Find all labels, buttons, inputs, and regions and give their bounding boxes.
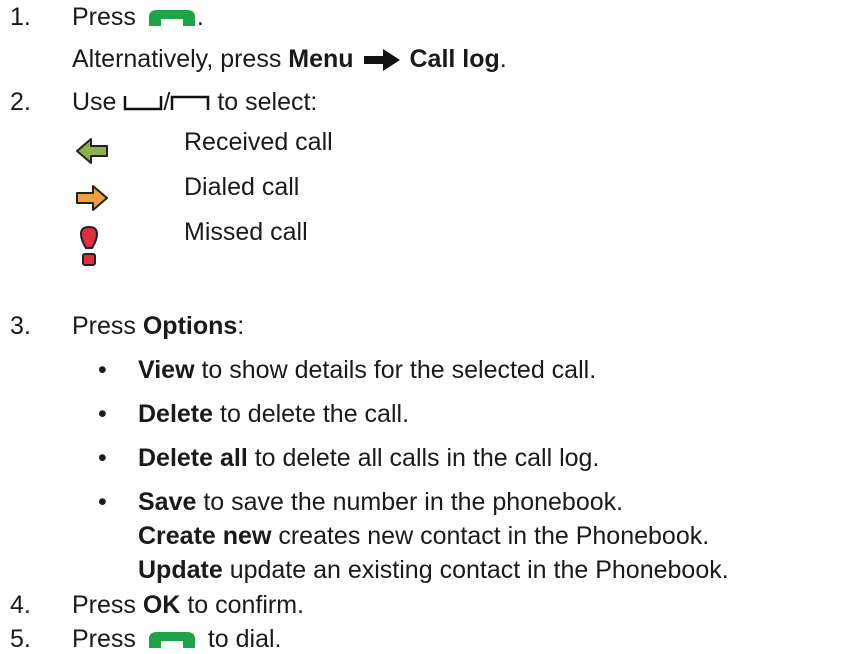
bullet: • <box>98 400 107 428</box>
step-3-text: Press Options: <box>72 311 244 341</box>
step-1-period: . <box>196 3 204 31</box>
option-save: Save to save the number in the phonebook… <box>138 487 623 517</box>
scroll-down-key-icon <box>124 96 163 111</box>
save-update: Update update an existing contact in the… <box>138 555 729 585</box>
call-key-icon <box>148 632 195 649</box>
option-term: Delete <box>138 400 214 428</box>
option-desc: to show details for the selected call. <box>201 356 597 384</box>
option-delete: Delete to delete the call. <box>138 399 409 429</box>
step-2-text: Use / to select: <box>72 87 317 117</box>
alt-prefix: Alternatively, press <box>72 45 282 73</box>
step-5-number: 5. <box>10 625 31 653</box>
alt-period: . <box>499 45 507 73</box>
step-3-number: 3. <box>10 312 31 340</box>
option-desc: to save the number in the phonebook. <box>203 488 624 516</box>
step-4-confirm: to confirm. <box>187 591 305 619</box>
step-5-dial: to dial. <box>207 625 282 653</box>
subitem-term: Update <box>138 556 223 584</box>
option-desc: to delete all calls in the call log. <box>254 444 600 472</box>
missed-call-icon <box>79 226 99 266</box>
options-label: Options <box>142 312 238 340</box>
arrow-right-icon <box>363 49 400 72</box>
ok-label: OK <box>142 591 181 619</box>
step-2-sep: / <box>163 88 171 116</box>
step-2-select: to select: <box>217 88 318 116</box>
step-1-text: Press . <box>72 2 204 32</box>
step-3-press: Press <box>72 312 136 340</box>
step-2-number: 2. <box>10 88 31 116</box>
dialed-call-icon <box>76 185 108 211</box>
missed-call-label: Missed call <box>184 218 308 246</box>
step-2-use: Use <box>72 88 117 116</box>
step-4-number: 4. <box>10 591 31 619</box>
step-4-text: Press OK to confirm. <box>72 590 304 620</box>
option-view: View to show details for the selected ca… <box>138 355 596 385</box>
option-delete-all: Delete all to delete all calls in the ca… <box>138 443 599 473</box>
step-5-press: Press <box>72 625 136 653</box>
bullet: • <box>98 444 107 472</box>
option-desc: to delete the call. <box>220 400 410 428</box>
call-log-label: Call log <box>409 45 500 73</box>
scroll-up-key-icon <box>171 96 210 111</box>
step-1-alternative: Alternatively, press Menu Call log. <box>72 44 507 74</box>
option-term: Delete all <box>138 444 248 472</box>
step-3-colon: : <box>237 312 245 340</box>
call-key-icon <box>148 10 195 27</box>
bullet: • <box>98 488 107 516</box>
step-1-press: Press <box>72 3 136 31</box>
step-1-number: 1. <box>10 3 31 31</box>
menu-label: Menu <box>288 45 354 73</box>
bullet: • <box>98 356 107 384</box>
option-term: View <box>138 356 195 384</box>
option-term: Save <box>138 488 197 516</box>
subitem-desc: update an existing contact in the Phoneb… <box>229 556 729 584</box>
save-create-new: Create new creates new contact in the Ph… <box>138 521 709 551</box>
step-5-text: Press to dial. <box>72 624 281 654</box>
subitem-term: Create new <box>138 522 272 550</box>
received-call-icon <box>76 138 108 164</box>
step-4-press: Press <box>72 591 136 619</box>
subitem-desc: creates new contact in the Phonebook. <box>278 522 710 550</box>
dialed-call-label: Dialed call <box>184 173 300 201</box>
received-call-label: Received call <box>184 128 333 156</box>
